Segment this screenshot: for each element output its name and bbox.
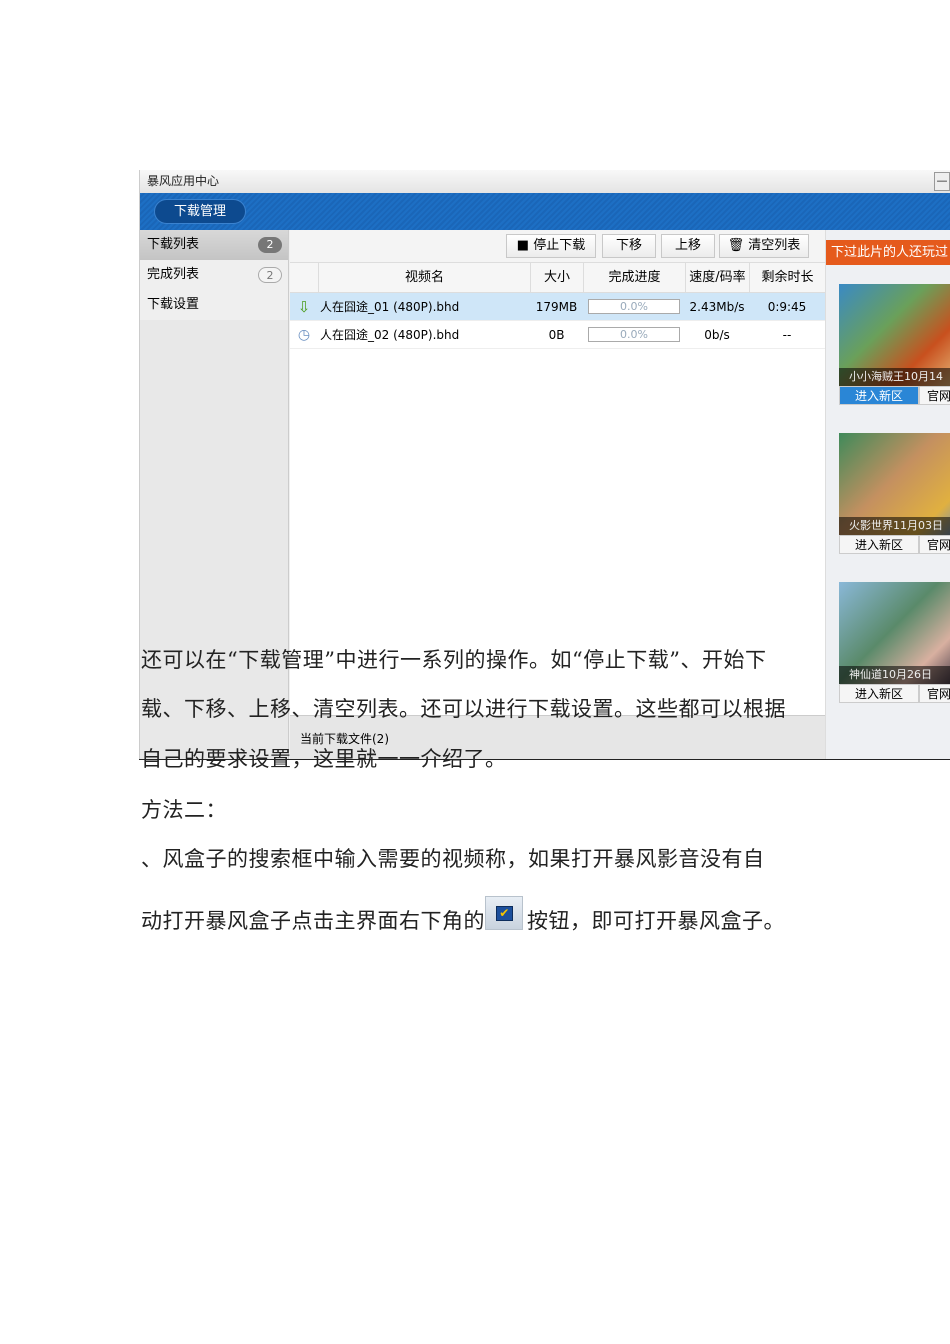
paragraph-line: 载、下移、上移、清空列表。还可以进行下载设置。这些都可以根据 [141,697,786,721]
clock-icon: ◷ [297,326,311,343]
official-site-button[interactable]: 官网 [919,535,950,554]
game-caption: 神仙道10月26日 [839,666,950,684]
label: 下载设置 [147,297,200,312]
game-image: 神仙道10月26日 [839,582,950,684]
heading-method-two: 方法二： [141,798,227,822]
progress-cell: 0.0% [583,299,685,314]
col-size[interactable]: 大小 [530,263,583,292]
game-caption: 火影世界11月03日 [839,517,950,535]
progress-bar: 0.0% [588,327,680,342]
paragraph-line: 还可以在“下载管理”中进行一系列的操作。如“停止下载”、开始下 [141,648,767,672]
col-name[interactable]: 视频名 [318,263,530,292]
game-caption: 小小海贼王10月14 [839,368,950,386]
file-name: 人在囧途_02 (480P).bhd [320,328,460,342]
file-size: 179MB [535,299,578,314]
game-card[interactable]: 小小海贼王10月14 进入新区 官网 [839,284,950,405]
ad-header: 下过此片的人还玩过： [826,240,950,265]
game-image: 火影世界11月03日 [839,433,950,535]
enter-server-button[interactable]: 进入新区 [839,535,919,554]
text: 动打开暴风盒子点击主界面右下角的 [141,909,485,933]
progress-bar: 0.0% [588,299,680,314]
ad-panel: 下过此片的人还玩过： 小小海贼王10月14 进入新区 官网 火影世界11月03日 … [825,230,950,760]
download-arrow-icon: ⇩ [297,297,311,316]
count-badge: 2 [258,237,282,253]
col-remaining[interactable]: 剩余时长 [749,263,825,292]
remaining-time: 0:9:45 [767,299,807,314]
label: 下载列表 [147,237,200,252]
stop-download-button[interactable]: ■ 停止下载 [506,234,596,258]
move-down-button[interactable]: 下移 [602,234,656,258]
download-list: ■ 停止下载 下移 上移 🗑 清空列表 视频名 大小 完成进度 速度/码率 剩余… [290,230,825,715]
paragraph-line: 、风盒子的搜索框中输入需要的视频称，如果打开暴风影音没有自 [141,847,765,871]
official-site-button[interactable]: 官网 [919,684,950,703]
speed: 0b/s [704,327,730,342]
enter-server-button[interactable]: 进入新区 [839,684,919,703]
baofeng-box-icon: ✔ [485,896,523,930]
paragraph-line: 动打开暴风盒子点击主界面右下角的 ✔ 按钮，即可打开暴风盒子。 [141,896,785,935]
game-card[interactable]: 火影世界11月03日 进入新区 官网 [839,433,950,554]
clear-list-button[interactable]: 🗑 清空列表 [719,234,809,258]
table-row[interactable]: ◷ 人在囧途_02 (480P).bhd 0B 0.0% 0b/s -- [290,321,825,349]
minimize-button[interactable]: — [934,172,950,191]
sidebar-item-download-list[interactable]: 下载列表 2 [140,230,288,260]
text: 按钮，即可打开暴风盒子。 [527,909,785,933]
game-image: 小小海贼王10月14 [839,284,950,386]
game-card[interactable]: 神仙道10月26日 进入新区 官网 [839,582,950,703]
remaining-time: -- [782,327,792,342]
count-badge: 2 [258,267,282,283]
tab-download-manager[interactable]: 下载管理 [154,199,246,224]
enter-server-button[interactable]: 进入新区 [839,386,919,405]
official-site-button[interactable]: 官网 [919,386,950,405]
col-progress[interactable]: 完成进度 [583,263,685,292]
toolbar: ■ 停止下载 下移 上移 🗑 清空列表 [290,230,825,263]
sidebar: 下载列表 2 完成列表 2 下载设置 [140,230,289,760]
progress-cell: 0.0% [583,327,685,342]
table-header: 视频名 大小 完成进度 速度/码率 剩余时长 [290,263,825,293]
sidebar-item-download-settings[interactable]: 下载设置 [140,290,288,320]
app-title: 暴风应用中心 [147,174,220,188]
sidebar-item-completed-list[interactable]: 完成列表 2 [140,260,288,290]
tab-bar: 下载管理 [140,193,950,230]
file-name: 人在囧途_01 (480P).bhd [320,300,460,314]
table-row[interactable]: ⇩ 人在囧途_01 (480P).bhd 179MB 0.0% 2.43Mb/s… [290,293,825,321]
title-bar: 暴风应用中心 — [140,170,950,193]
col-speed[interactable]: 速度/码率 [685,263,749,292]
label: 完成列表 [147,267,200,282]
file-size: 0B [548,327,565,342]
speed: 2.43Mb/s [689,299,745,314]
paragraph-line: 自己的要求设置，这里就一一介绍了。 [141,747,507,771]
move-up-button[interactable]: 上移 [661,234,715,258]
